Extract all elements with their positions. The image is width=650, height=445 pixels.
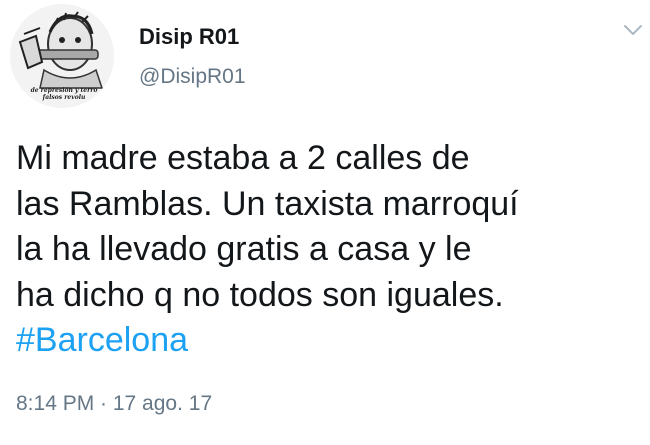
- tweet-body: Mi madre estaba a 2 calles de las Rambla…: [16, 139, 519, 314]
- avatar-caption-line: falsos revolu: [42, 94, 86, 101]
- tweet-timestamp[interactable]: 8:14 PM · 17 ago. 17: [16, 392, 212, 416]
- tweet-card: de represión y terro falsos revolu Disip…: [0, 0, 650, 445]
- chevron-down-icon[interactable]: [622, 22, 644, 38]
- user-handle[interactable]: @DisipR01: [139, 65, 246, 89]
- hashtag-link[interactable]: #Barcelona: [16, 321, 188, 359]
- avatar-caption-line: de represión y terro: [30, 87, 98, 94]
- display-name[interactable]: Disip R01: [139, 24, 239, 50]
- avatar[interactable]: de represión y terro falsos revolu: [10, 4, 114, 108]
- tweet-text: Mi madre estaba a 2 calles de las Rambla…: [16, 136, 636, 364]
- avatar-caption: de represión y terro falsos revolu: [24, 87, 104, 101]
